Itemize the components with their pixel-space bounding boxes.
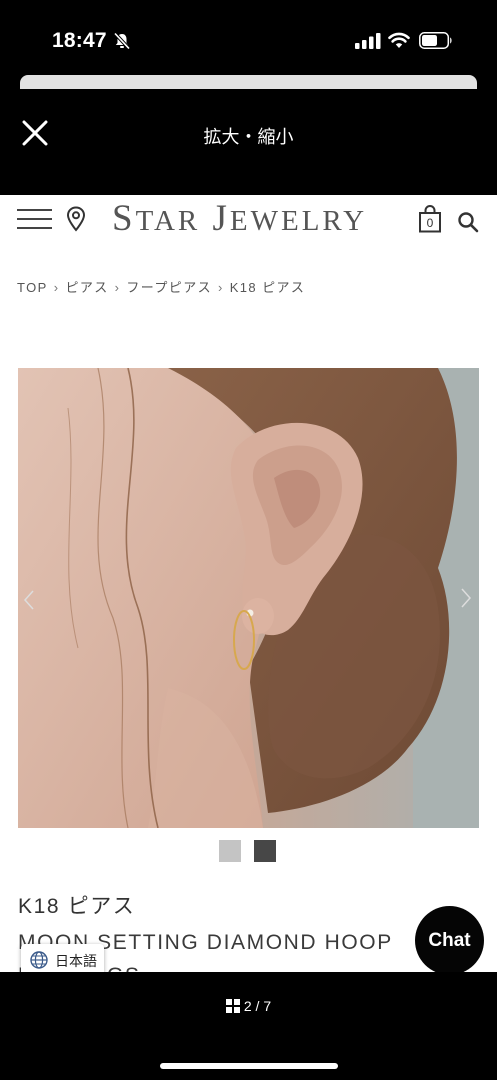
breadcrumb-hoop-piercing[interactable]: フープピアス — [126, 280, 212, 295]
brand-logo[interactable]: STAR JEWELRY — [112, 197, 367, 240]
breadcrumb-separator: › — [114, 280, 121, 295]
chat-button[interactable]: Chat — [415, 906, 484, 972]
breadcrumb: TOP › ピアス › フープピアス › K18 ピアス — [17, 277, 305, 296]
gallery-thumb-active[interactable] — [254, 840, 276, 862]
wifi-icon — [388, 32, 410, 48]
cellular-signal-icon — [355, 33, 381, 49]
breadcrumb-current: K18 ピアス — [229, 280, 306, 295]
image-pager[interactable]: 2 / 7 — [0, 998, 497, 1014]
breadcrumb-separator: › — [53, 280, 60, 295]
gallery-thumb[interactable] — [219, 840, 241, 862]
bottom-toolbar: 2 / 7 — [0, 972, 497, 1080]
grid-icon — [225, 999, 240, 1013]
sheet-top-edge — [20, 75, 477, 89]
shopping-bag-icon[interactable]: 0 — [418, 205, 442, 233]
language-selector[interactable]: 日本語 — [21, 944, 104, 972]
search-icon[interactable] — [457, 211, 479, 233]
prev-image-arrow-icon[interactable] — [22, 588, 36, 612]
status-time: 18:47 — [52, 29, 107, 52]
modal-header: 拡大・縮小 — [0, 89, 497, 195]
next-image-arrow-icon[interactable] — [459, 586, 473, 610]
breadcrumb-top[interactable]: TOP — [17, 280, 48, 295]
cart-count: 0 — [427, 216, 434, 230]
page-counter: 2 / 7 — [243, 998, 272, 1014]
modal-title: 拡大・縮小 — [203, 127, 294, 147]
breadcrumb-piercing[interactable]: ピアス — [65, 280, 108, 295]
globe-icon — [30, 951, 48, 969]
location-pin-icon[interactable] — [66, 206, 86, 232]
breadcrumb-separator: › — [218, 280, 224, 295]
product-category: K18 ピアス — [18, 895, 136, 918]
battery-icon — [419, 32, 452, 49]
home-indicator[interactable] — [160, 1063, 338, 1069]
bell-slash-icon — [113, 32, 131, 50]
hamburger-menu-icon[interactable] — [17, 209, 52, 231]
status-bar: 18:47 — [0, 0, 497, 80]
product-photo[interactable] — [18, 368, 479, 828]
website-content: STAR JEWELRY 0 TOP › ピアス › フープピアス › K18 ピアス — [0, 195, 497, 972]
language-label: 日本語 — [55, 953, 97, 969]
